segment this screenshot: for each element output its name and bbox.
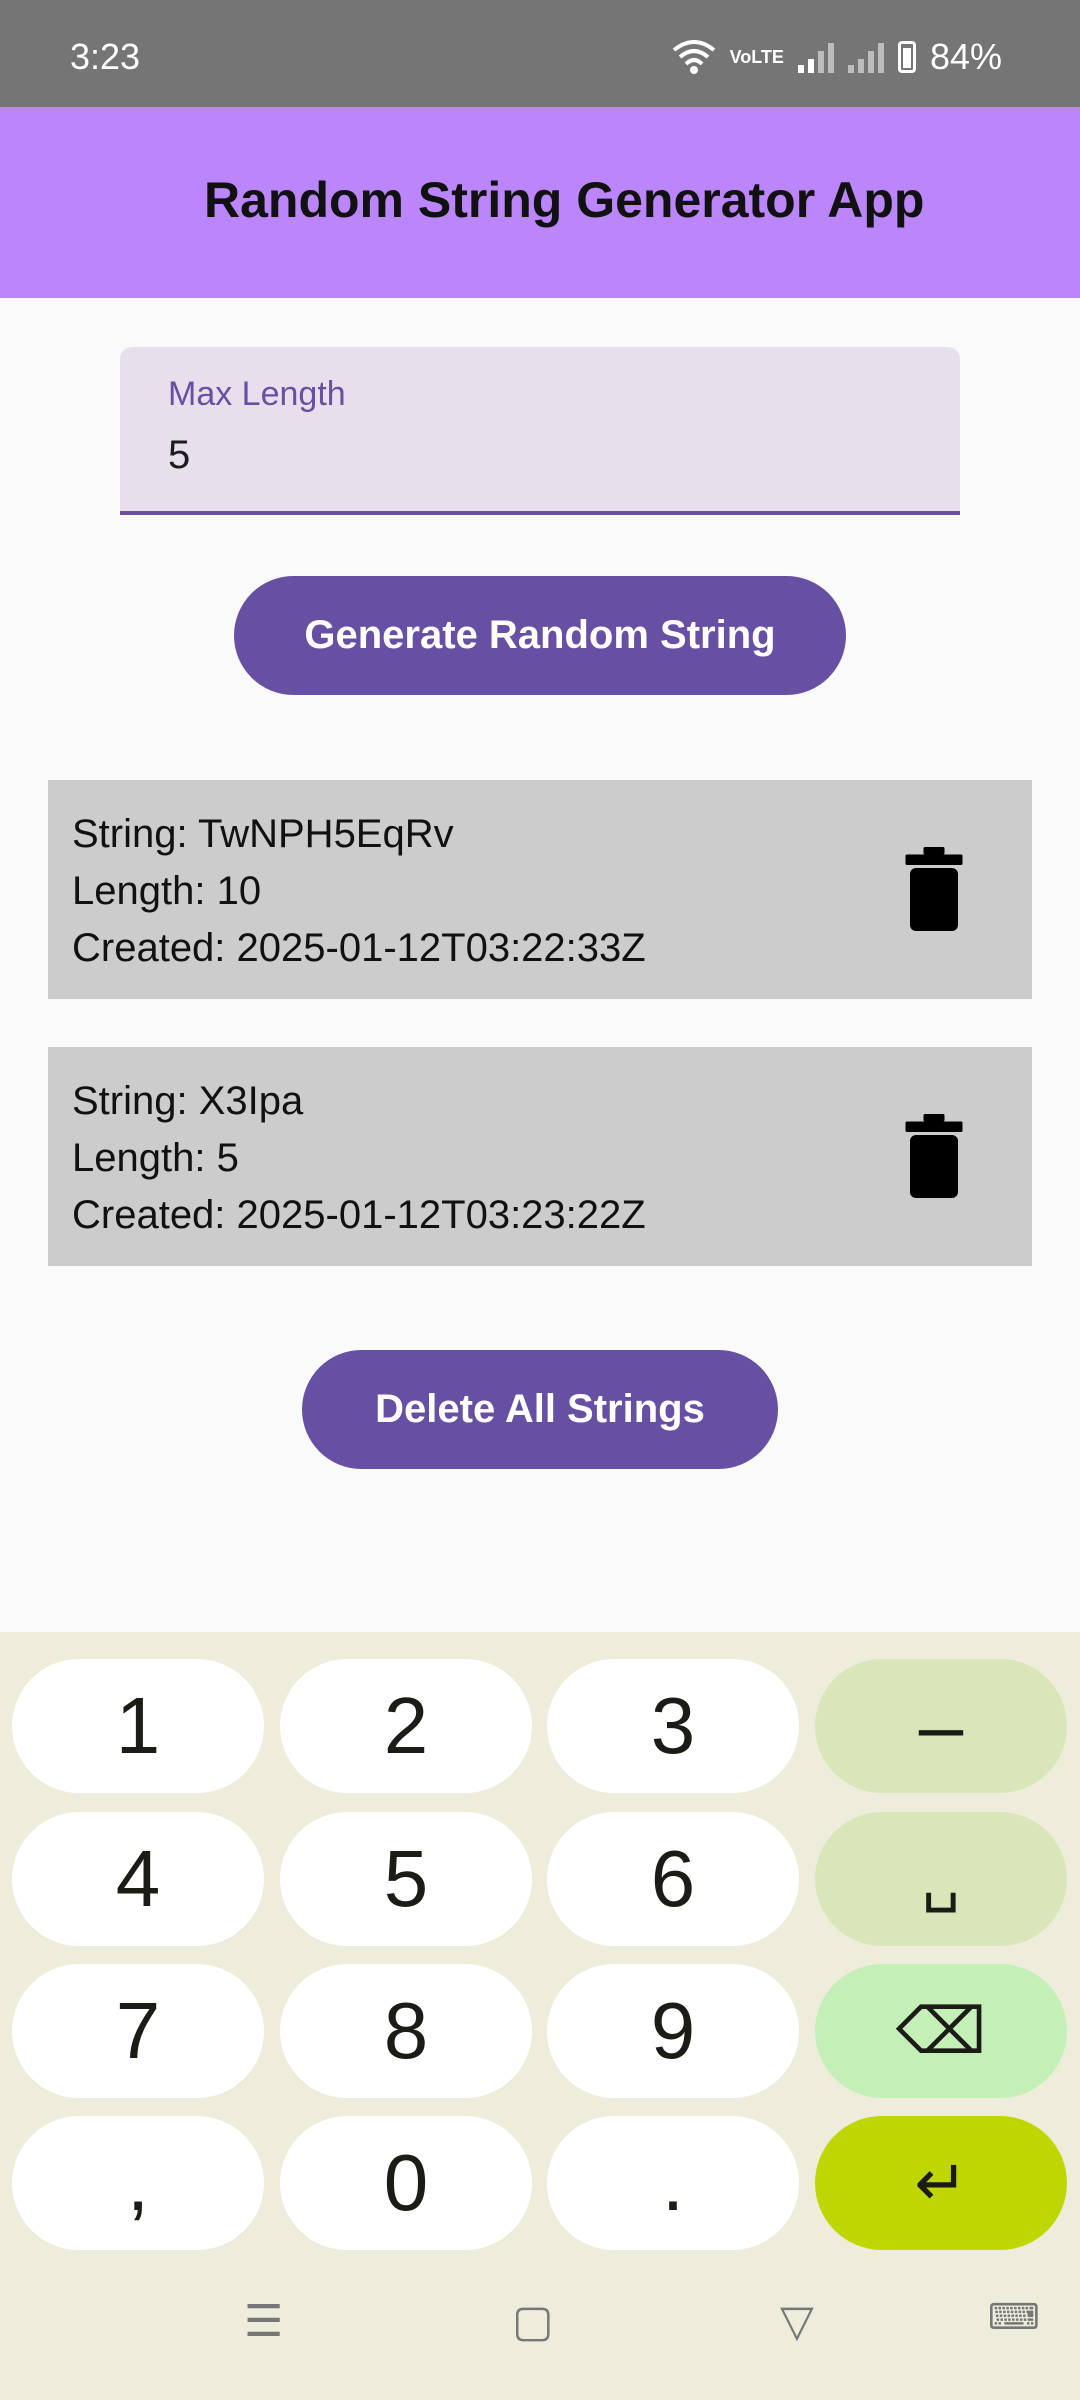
key-space[interactable]: ␣ — [815, 1812, 1067, 1946]
signal-icon-1 — [797, 41, 834, 73]
volte-icon: VoLTE — [729, 47, 784, 67]
status-time: 3:23 — [70, 36, 141, 77]
menu-nav-icon[interactable]: ☰ — [244, 2296, 283, 2347]
key-4[interactable]: 4 — [12, 1812, 264, 1946]
signal-icon-2 — [847, 41, 884, 73]
max-length-input[interactable]: 5 — [168, 433, 190, 478]
string-length: Length: 10 — [72, 869, 262, 913]
delete-icon[interactable] — [904, 1111, 964, 1201]
key-0[interactable]: 0 — [280, 2116, 532, 2250]
wifi-icon — [672, 40, 715, 74]
string-value: String: TwNPH5EqRv — [72, 812, 454, 856]
key-period[interactable]: . — [547, 2116, 799, 2250]
string-card: String: X3Ipa Length: 5 Created: 2025-01… — [48, 1047, 1032, 1266]
string-card-text: String: X3Ipa Length: 5 Created: 2025-01… — [72, 1073, 646, 1244]
key-2[interactable]: 2 — [280, 1659, 532, 1793]
key-5[interactable]: 5 — [280, 1812, 532, 1946]
back-nav-icon[interactable]: ▽ — [780, 2296, 814, 2347]
app-title: Random String Generator App — [204, 172, 925, 228]
string-length: Length: 5 — [72, 1136, 239, 1180]
key-8[interactable]: 8 — [280, 1964, 532, 2098]
string-created: Created: 2025-01-12T03:22:33Z — [72, 926, 646, 970]
string-card: String: TwNPH5EqRv Length: 10 Created: 2… — [48, 780, 1032, 999]
status-bar: 3:23 VoLTE 84% — [0, 0, 1080, 107]
backspace-icon[interactable]: ⌫ — [815, 1964, 1067, 2098]
keyboard-switch-icon[interactable]: ⌨ — [988, 2296, 1040, 2338]
delete-icon[interactable] — [904, 844, 964, 934]
battery-percent: 84% — [929, 36, 1002, 77]
status-icons: VoLTE 84% — [672, 36, 1002, 78]
app-bar: Random String Generator App — [0, 107, 1080, 298]
string-created: Created: 2025-01-12T03:23:22Z — [72, 1193, 646, 1237]
numeric-keyboard: 1 2 3 – 4 5 6 ␣ 7 8 9 ⌫ , 0 . ↵ — [0, 1632, 1080, 2400]
generate-random-string-button[interactable]: Generate Random String — [234, 576, 846, 695]
string-value: String: X3Ipa — [72, 1079, 304, 1123]
key-dash[interactable]: – — [815, 1659, 1067, 1793]
battery-icon — [897, 41, 916, 73]
key-7[interactable]: 7 — [12, 1964, 264, 2098]
max-length-label: Max Length — [168, 375, 346, 413]
enter-icon[interactable]: ↵ — [815, 2116, 1067, 2250]
key-6[interactable]: 6 — [547, 1812, 799, 1946]
max-length-field[interactable]: Max Length 5 — [120, 347, 960, 515]
delete-all-strings-button[interactable]: Delete All Strings — [302, 1350, 778, 1469]
string-card-text: String: TwNPH5EqRv Length: 10 Created: 2… — [72, 806, 646, 977]
key-9[interactable]: 9 — [547, 1964, 799, 2098]
key-comma[interactable]: , — [12, 2116, 264, 2250]
key-1[interactable]: 1 — [12, 1659, 264, 1793]
home-nav-icon[interactable]: ▢ — [512, 2296, 554, 2347]
key-3[interactable]: 3 — [547, 1659, 799, 1793]
